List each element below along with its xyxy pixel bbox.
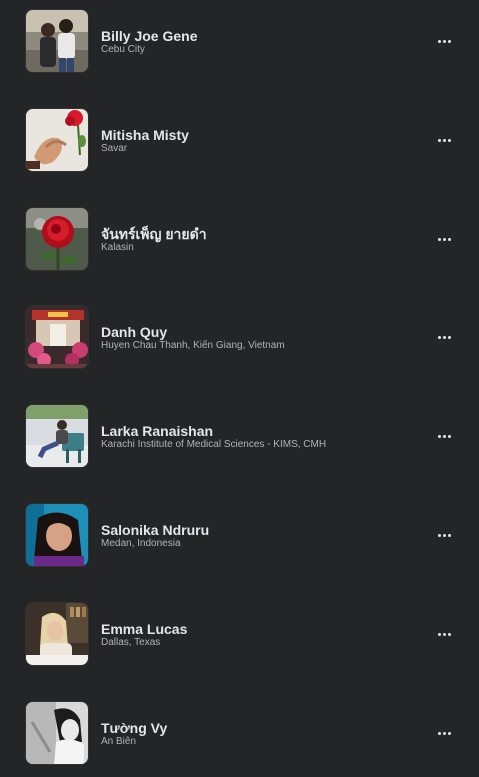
more-horizontal-icon: [437, 39, 441, 43]
friend-location: An Biên: [101, 736, 137, 747]
more-options-button[interactable]: [430, 31, 458, 51]
more-options-button[interactable]: [430, 426, 458, 446]
more-options-button[interactable]: [430, 525, 458, 545]
profile-photo[interactable]: [25, 602, 89, 666]
profile-photo-image: [26, 10, 88, 72]
friend-row-danh-quy[interactable]: Danh Quy Huyen Chau Thanh, Kiến Giang, V…: [0, 305, 479, 369]
profile-photo-image: [26, 504, 88, 566]
friend-row-salonika-ndruru[interactable]: Salonika Ndruru Medan, Indonesia: [0, 503, 479, 567]
profile-photo[interactable]: [25, 503, 89, 567]
profile-photo-image: [26, 603, 88, 665]
friend-name[interactable]: Tường Vy: [101, 720, 167, 737]
profile-photo-image: [26, 109, 88, 171]
profile-photo[interactable]: [25, 9, 89, 73]
more-options-button[interactable]: [430, 723, 458, 743]
profile-photo[interactable]: [25, 207, 89, 271]
friends-list: Billy Joe Gene Cebu City Mitisha Misty S…: [0, 0, 479, 777]
more-horizontal-icon: [437, 533, 441, 537]
profile-photo-image: [26, 306, 88, 368]
profile-photo[interactable]: [25, 701, 89, 765]
more-horizontal-icon: [437, 138, 441, 142]
friend-name[interactable]: Mitisha Misty: [101, 127, 189, 144]
friend-row-thai-name[interactable]: จันทร์เพ็ญ ยายดำ Kalasin: [0, 207, 479, 271]
friend-location: Kalasin: [101, 242, 134, 253]
more-options-button[interactable]: [430, 130, 458, 150]
profile-photo[interactable]: [25, 404, 89, 468]
friend-location: Medan, Indonesia: [101, 538, 181, 549]
friend-location: Cebu City: [101, 44, 145, 55]
more-options-button[interactable]: [430, 229, 458, 249]
friend-name[interactable]: Danh Quy: [101, 324, 167, 341]
more-horizontal-icon: [437, 632, 441, 636]
friend-name[interactable]: Salonika Ndruru: [101, 522, 209, 539]
friend-row-billy-joe-gene[interactable]: Billy Joe Gene Cebu City: [0, 9, 479, 73]
friend-location: Savar: [101, 143, 128, 154]
more-horizontal-icon: [437, 434, 441, 438]
profile-photo-image: [26, 208, 88, 270]
profile-photo-image: [26, 405, 88, 467]
profile-photo[interactable]: [25, 108, 89, 172]
friend-name[interactable]: Emma Lucas: [101, 621, 187, 638]
more-options-button[interactable]: [430, 327, 458, 347]
more-horizontal-icon: [437, 335, 441, 339]
friend-row-larka-ranaishan[interactable]: Larka Ranaishan Karachi Institute of Med…: [0, 404, 479, 468]
friend-name[interactable]: Larka Ranaishan: [101, 423, 213, 440]
more-options-button[interactable]: [430, 624, 458, 644]
friend-location: Karachi Institute of Medical Sciences - …: [101, 439, 327, 450]
profile-photo-image: [26, 702, 88, 764]
friend-name[interactable]: จันทร์เพ็ญ ยายดำ: [101, 226, 207, 243]
friend-location: Huyen Chau Thanh, Kiến Giang, Vietnam: [101, 340, 285, 351]
friend-row-tuong-vy[interactable]: Tường Vy An Biên: [0, 701, 479, 765]
friend-row-mitisha-misty[interactable]: Mitisha Misty Savar: [0, 108, 479, 172]
more-horizontal-icon: [437, 731, 441, 735]
profile-photo[interactable]: [25, 305, 89, 369]
more-horizontal-icon: [437, 237, 441, 241]
friend-row-emma-lucas[interactable]: Emma Lucas Dallas, Texas: [0, 602, 479, 666]
friend-name[interactable]: Billy Joe Gene: [101, 28, 197, 45]
friend-location: Dallas, Texas: [101, 637, 161, 648]
